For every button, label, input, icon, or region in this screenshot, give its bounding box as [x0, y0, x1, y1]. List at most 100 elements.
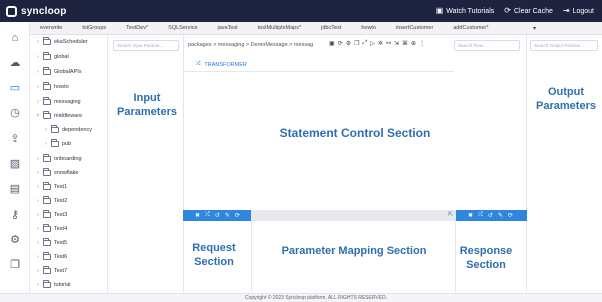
- close-icon[interactable]: ✖: [195, 212, 200, 219]
- tab-item[interactable]: jdbcTest: [311, 25, 351, 31]
- chevron-right-icon[interactable]: ›: [44, 141, 48, 147]
- logo-text: syncloop: [21, 5, 67, 17]
- more-icon[interactable]: ⋮: [419, 40, 425, 47]
- tree-item-label: messaging: [54, 99, 81, 105]
- tree-item[interactable]: › Test3: [36, 210, 67, 218]
- tree-item[interactable]: › global: [36, 52, 69, 60]
- clock-icon[interactable]: ◷: [8, 106, 22, 120]
- close-icon[interactable]: ✖: [468, 212, 473, 219]
- bug-icon[interactable]: ✲: [378, 40, 383, 47]
- chevron-right-icon[interactable]: ›: [36, 39, 40, 45]
- tree-item[interactable]: › ekaScheduler: [36, 37, 88, 45]
- copy-icon[interactable]: ❐: [8, 258, 22, 272]
- clear-cache-button[interactable]: ⟳ Clear Cache: [504, 7, 553, 15]
- key-icon[interactable]: ⚷: [8, 208, 22, 222]
- logout-icon: ⇥: [562, 6, 570, 15]
- shuffle-icon[interactable]: ⤮: [478, 212, 483, 219]
- input-search-field[interactable]: Search Input Parame...: [113, 40, 179, 51]
- gear-icon[interactable]: ⚙: [8, 233, 22, 247]
- save-icon[interactable]: ▣: [329, 40, 335, 47]
- tree-item[interactable]: › pub: [44, 139, 71, 147]
- open-external-icon[interactable]: ⇱: [448, 211, 453, 218]
- output-search-field[interactable]: Search Output Parame...: [530, 40, 598, 51]
- tab-item[interactable]: TestDev*: [116, 25, 158, 31]
- tree-item-label: howto: [54, 84, 69, 90]
- document-icon[interactable]: ▤: [8, 182, 22, 196]
- tab-item[interactable]: insertCustomer: [386, 25, 443, 31]
- chevron-right-icon[interactable]: ›: [36, 254, 40, 260]
- link-icon[interactable]: ⚯: [386, 40, 391, 47]
- chevron-right-icon[interactable]: ›: [36, 240, 40, 246]
- watch-tutorials-button[interactable]: ▣ Watch Tutorials: [436, 7, 495, 15]
- copy-icon[interactable]: ❐: [354, 40, 359, 47]
- tab-item[interactable]: tstGroups: [72, 25, 116, 31]
- logo-mark-icon: [6, 5, 17, 17]
- tab-item[interactable]: everwrite: [30, 25, 72, 31]
- tree-item[interactable]: › Test2: [36, 196, 67, 204]
- chevron-right-icon[interactable]: ›: [36, 170, 40, 176]
- tab-item[interactable]: addCustomer*: [443, 25, 498, 31]
- tree-item[interactable]: › Test1: [36, 182, 67, 190]
- shuffle-icon[interactable]: ⤮: [205, 212, 210, 219]
- tabs-more-icon[interactable]: ▾: [533, 25, 536, 32]
- chevron-right-icon[interactable]: ›: [36, 282, 40, 288]
- chevron-right-icon[interactable]: ›: [36, 268, 40, 274]
- tab-item[interactable]: howto: [351, 25, 386, 31]
- tree-item[interactable]: › Test6: [36, 252, 67, 260]
- cloud-icon[interactable]: ☁: [8, 56, 22, 70]
- folder-icon: [43, 67, 51, 75]
- play-icon[interactable]: ▷: [370, 40, 375, 47]
- undo-icon[interactable]: ↺: [488, 212, 493, 219]
- tree-item[interactable]: › GlobalAPIs: [36, 67, 82, 75]
- refresh-icon[interactable]: ⟳: [235, 212, 240, 219]
- refresh-icon[interactable]: ⟳: [508, 212, 513, 219]
- settings-icon[interactable]: ⚙: [346, 40, 351, 47]
- chevron-right-icon[interactable]: ›: [36, 184, 40, 190]
- chevron-right-icon[interactable]: ›: [36, 212, 40, 218]
- chevron-down-icon[interactable]: ˅: [36, 113, 40, 119]
- tree-item[interactable]: › Test7: [36, 266, 67, 274]
- tree-item[interactable]: › Test4: [36, 224, 67, 232]
- tree-item[interactable]: › onboarding: [36, 154, 82, 162]
- transformer-step[interactable]: ⤮ TRANSFORMER: [184, 58, 454, 72]
- flow-search-field[interactable]: Search Flow...: [454, 40, 520, 51]
- edit-icon[interactable]: ✎: [498, 212, 503, 219]
- folder-icon: [43, 52, 51, 60]
- tree-item[interactable]: › snowflake: [36, 168, 78, 176]
- tree-item[interactable]: ˅ middleware: [36, 111, 82, 119]
- chevron-right-icon[interactable]: ›: [36, 99, 40, 105]
- export-icon[interactable]: ⇲: [394, 40, 399, 47]
- tab-item[interactable]: javaTest: [208, 25, 248, 31]
- tab-item[interactable]: SQLService: [158, 25, 207, 31]
- tree-item[interactable]: › Test5: [36, 238, 67, 246]
- expand-icon[interactable]: ⤢: [362, 40, 367, 47]
- tree-item[interactable]: › tutorial: [36, 280, 71, 288]
- code-icon[interactable]: ⌘: [402, 40, 408, 47]
- chevron-right-icon[interactable]: ›: [36, 54, 40, 60]
- folder-icon: [43, 266, 51, 274]
- tree-item[interactable]: › howto: [36, 82, 69, 90]
- upload-icon[interactable]: ⇪: [8, 132, 22, 146]
- undo-icon[interactable]: ↺: [215, 212, 220, 219]
- chevron-right-icon[interactable]: ›: [36, 156, 40, 162]
- image-icon[interactable]: ▨: [8, 157, 22, 171]
- tree-item[interactable]: › messaging: [36, 97, 81, 105]
- chevron-right-icon[interactable]: ›: [36, 226, 40, 232]
- folder-icon: [51, 125, 59, 133]
- tree-item[interactable]: › dependency: [44, 125, 92, 133]
- tab-item[interactable]: testMultipleMaps*: [248, 25, 311, 31]
- chevron-right-icon[interactable]: ›: [44, 127, 48, 133]
- mapping-toolbar: ⇱: [251, 210, 456, 221]
- home-icon[interactable]: ⌂: [8, 31, 22, 45]
- chevron-right-icon[interactable]: ›: [36, 69, 40, 75]
- monitor-icon[interactable]: ▭: [8, 81, 22, 95]
- add-icon[interactable]: ⊕: [411, 40, 416, 47]
- refresh-icon[interactable]: ⟳: [338, 40, 343, 47]
- chevron-right-icon[interactable]: ›: [36, 198, 40, 204]
- tree-item-label: dependency: [62, 127, 92, 133]
- logout-button[interactable]: ⇥ Logout: [563, 7, 594, 15]
- chevron-right-icon[interactable]: ›: [36, 84, 40, 90]
- flow-toolbar: ▣ ⟳ ⚙ ❐ ⤢ ▷ ✲ ⚯ ⇲ ⌘ ⊕ ⋮: [329, 40, 425, 47]
- folder-icon: [43, 252, 51, 260]
- edit-icon[interactable]: ✎: [225, 212, 230, 219]
